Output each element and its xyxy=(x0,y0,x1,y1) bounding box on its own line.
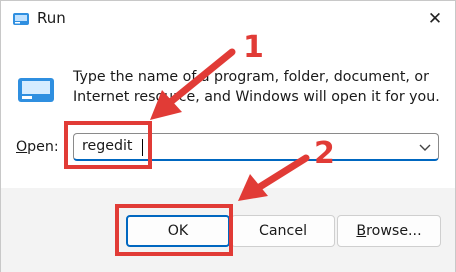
open-label: Open: xyxy=(16,139,59,155)
open-label-mnemonic: O xyxy=(16,139,28,155)
ok-button[interactable]: OK xyxy=(126,215,230,247)
annotation-step2-number: 2 xyxy=(314,136,335,171)
run-dialog: Run ✕ Type the name of a program, folder… xyxy=(0,0,456,272)
browse-mnemonic: B xyxy=(356,223,367,239)
window-title: Run xyxy=(37,9,66,27)
run-icon xyxy=(13,13,29,25)
run-description: Type the name of a program, folder, docu… xyxy=(73,69,440,105)
title-bar: Run ✕ xyxy=(1,1,455,39)
browse-label: rowse... xyxy=(366,223,422,239)
browse-button[interactable]: Browse... xyxy=(337,215,441,247)
open-input-value[interactable]: regedit xyxy=(82,138,133,154)
annotation-step1-number: 1 xyxy=(243,30,264,65)
run-icon xyxy=(18,78,54,102)
open-label-text: pen: xyxy=(27,139,59,155)
close-button[interactable]: ✕ xyxy=(423,7,447,31)
open-combobox[interactable]: regedit xyxy=(73,133,439,161)
cancel-button[interactable]: Cancel xyxy=(231,215,335,247)
text-caret xyxy=(142,139,143,156)
chevron-down-icon[interactable] xyxy=(418,140,432,154)
